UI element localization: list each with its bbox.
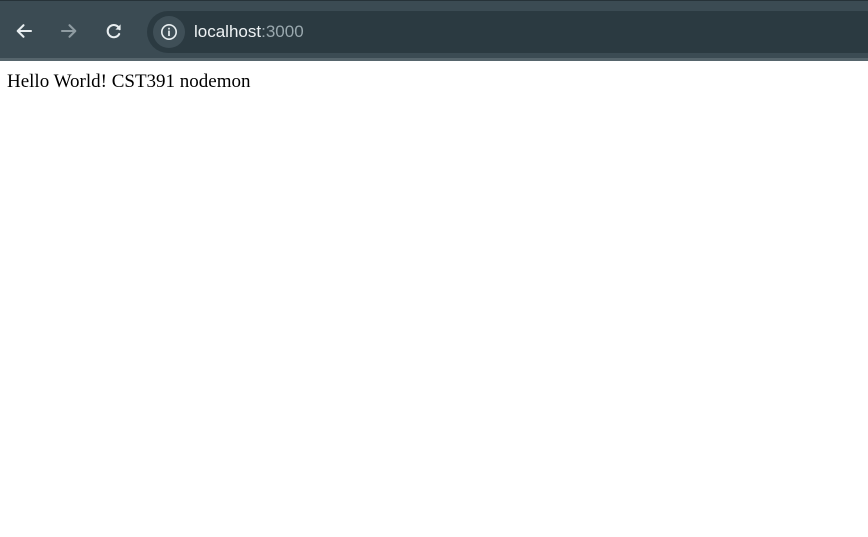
arrow-right-icon <box>60 24 77 38</box>
reload-button[interactable] <box>97 14 131 48</box>
site-info-button[interactable] <box>153 16 185 48</box>
browser-window: localhost:3000 Hello World! CST391 nodem… <box>0 0 868 537</box>
url-port: :3000 <box>261 22 304 41</box>
url-host: localhost <box>194 22 262 41</box>
browser-toolbar: localhost:3000 <box>0 0 868 60</box>
url-text[interactable]: localhost:3000 <box>194 11 304 53</box>
forward-button[interactable] <box>52 14 86 48</box>
back-button[interactable] <box>7 14 41 48</box>
body-text: Hello World! CST391 nodemon <box>7 71 251 92</box>
page-content: Hello World! CST391 nodemon <box>0 61 868 537</box>
address-bar[interactable]: localhost:3000 <box>147 11 868 53</box>
info-icon <box>161 24 177 40</box>
reload-icon <box>106 23 121 39</box>
arrow-left-icon <box>16 24 33 38</box>
